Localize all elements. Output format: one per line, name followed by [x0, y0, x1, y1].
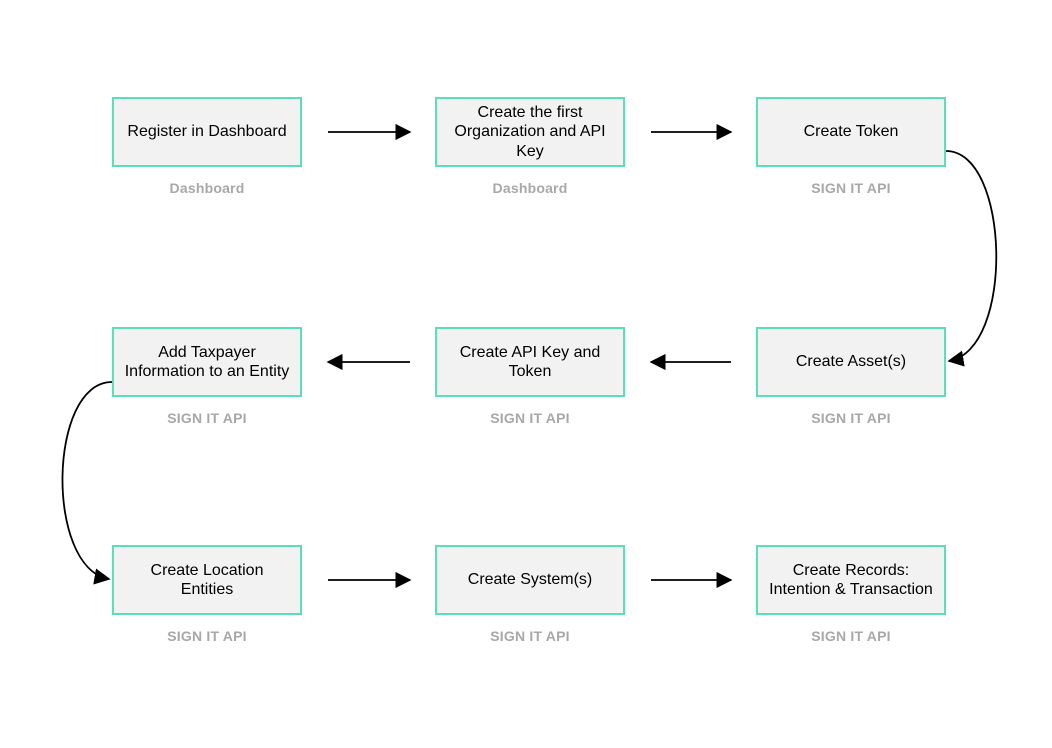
arrow-curve-down-icon — [946, 151, 996, 361]
node-title: Create Location Entities — [124, 561, 290, 599]
node-caption: SIGN IT API — [112, 628, 302, 644]
node-register: Register in Dashboard — [112, 97, 302, 167]
node-title: Create API Key and Token — [447, 343, 613, 381]
node-create-asset: Create Asset(s) — [756, 327, 946, 397]
node-title: Create Asset(s) — [796, 352, 906, 371]
node-create-record: Create Records: Intention & Transaction — [756, 545, 946, 615]
node-create-token: Create Token — [756, 97, 946, 167]
node-title: Create the first Organization and API Ke… — [447, 103, 613, 161]
node-caption: SIGN IT API — [756, 628, 946, 644]
node-caption: SIGN IT API — [756, 180, 946, 196]
arrow-curve-down-icon — [62, 382, 112, 579]
node-create-system: Create System(s) — [435, 545, 625, 615]
node-title: Add Taxpayer Information to an Entity — [124, 343, 290, 381]
node-caption: SIGN IT API — [756, 410, 946, 426]
node-caption: SIGN IT API — [112, 410, 302, 426]
node-title: Create System(s) — [468, 570, 592, 589]
node-caption: Dashboard — [112, 180, 302, 196]
node-caption: Dashboard — [435, 180, 625, 196]
node-title: Register in Dashboard — [127, 122, 286, 141]
node-add-taxpayer: Add Taxpayer Information to an Entity — [112, 327, 302, 397]
node-create-apikey: Create API Key and Token — [435, 327, 625, 397]
node-create-org: Create the first Organization and API Ke… — [435, 97, 625, 167]
node-title: Create Token — [804, 122, 899, 141]
node-title: Create Records: Intention & Transaction — [768, 561, 934, 599]
node-caption: SIGN IT API — [435, 628, 625, 644]
node-create-loc: Create Location Entities — [112, 545, 302, 615]
node-caption: SIGN IT API — [435, 410, 625, 426]
